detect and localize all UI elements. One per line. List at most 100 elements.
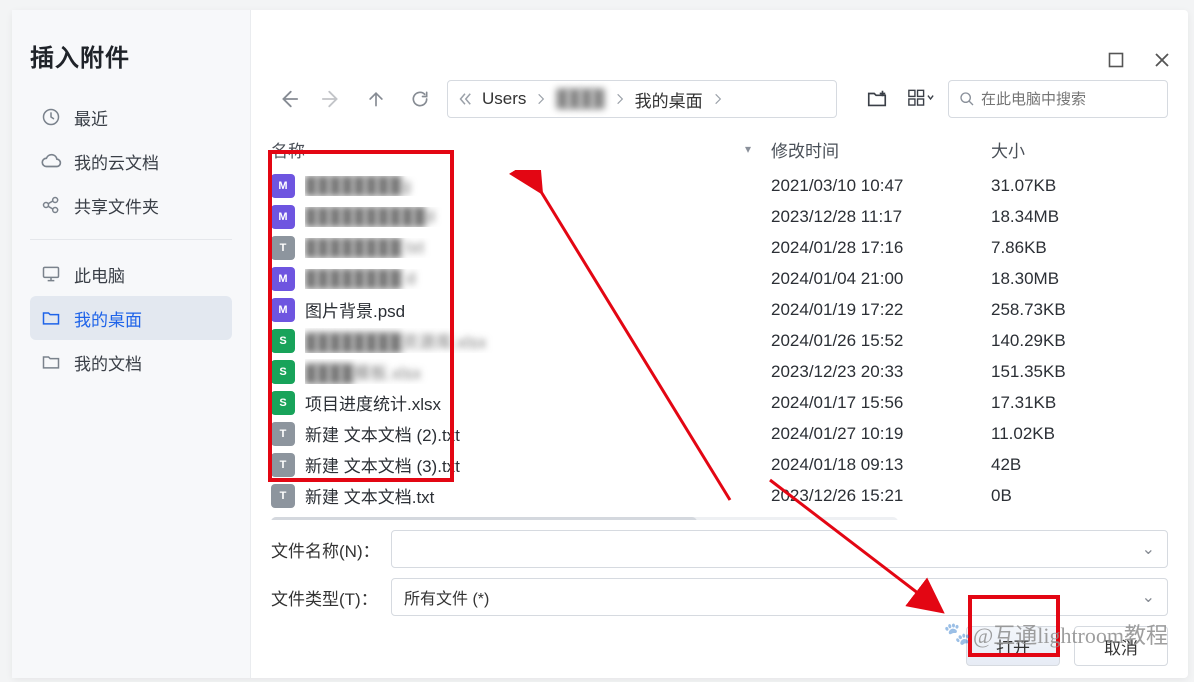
up-button[interactable] xyxy=(359,82,393,116)
new-folder-button[interactable] xyxy=(860,82,894,116)
breadcrumb-user[interactable]: ████ xyxy=(548,89,612,109)
clock-icon xyxy=(40,106,62,128)
file-modified-time: 2024/01/28 17:16 xyxy=(771,238,991,258)
sidebar-item-label: 我的文档 xyxy=(74,350,142,375)
file-size: 0B xyxy=(991,486,1168,506)
file-row[interactable]: T 新建 文本文档.txt2023/12/26 15:210B xyxy=(271,480,1168,511)
breadcrumb[interactable]: Users ████ 我的桌面 xyxy=(447,80,837,118)
sidebar-item-label: 最近 xyxy=(74,105,108,130)
file-name: 新建 文本文档 (3).txt xyxy=(305,452,771,477)
col-size-header[interactable]: 大小 xyxy=(991,137,1168,162)
refresh-button[interactable] xyxy=(403,82,437,116)
file-modified-time: 2024/01/04 21:00 xyxy=(771,269,991,289)
sort-indicator-icon: ▾ xyxy=(745,142,751,156)
file-row[interactable]: T新建 文本文档 (2).txt2024/01/27 10:1911.02KB xyxy=(271,418,1168,449)
file-size: 11.02KB xyxy=(991,424,1168,444)
breadcrumb-users[interactable]: Users xyxy=(474,89,534,109)
file-size: 151.35KB xyxy=(991,362,1168,382)
search-input[interactable] xyxy=(981,91,1157,108)
sidebar-item-label: 共享文件夹 xyxy=(74,193,159,218)
forward-button[interactable] xyxy=(315,82,349,116)
file-type-icon: T xyxy=(271,484,295,508)
file-row[interactable]: T新建 文本文档 (3).txt2024/01/18 09:1342B xyxy=(271,449,1168,480)
sidebar-item-2[interactable]: 共享文件夹 xyxy=(30,183,232,227)
filetype-label: 文件类型(T)： xyxy=(271,585,391,610)
file-size: 18.30MB xyxy=(991,269,1168,289)
file-size: 140.29KB xyxy=(991,331,1168,351)
file-modified-time: 2024/01/19 17:22 xyxy=(771,300,991,320)
file-type-icon: S xyxy=(271,329,295,353)
file-modified-time: 2023/12/26 15:21 xyxy=(771,486,991,506)
sidebar-item-0[interactable]: 最近 xyxy=(30,95,232,139)
file-name: ████████ txt xyxy=(305,238,771,258)
file-name: 项目进度统计.xlsx xyxy=(305,390,771,415)
maximize-button[interactable] xyxy=(1102,46,1130,74)
file-type-icon: M xyxy=(271,205,295,229)
col-time-header[interactable]: 修改时间 xyxy=(771,137,991,162)
file-size: 31.07KB xyxy=(991,176,1168,196)
file-row[interactable]: S████████资源库.xlsx2024/01/26 15:52140.29K… xyxy=(271,325,1168,356)
file-type-icon: S xyxy=(271,391,295,415)
file-row[interactable]: M██████████d2023/12/28 11:1718.34MB xyxy=(271,201,1168,232)
file-modified-time: 2024/01/18 09:13 xyxy=(771,455,991,475)
chevron-left-double-icon xyxy=(456,90,474,108)
sidebar-item-4[interactable]: 我的桌面 xyxy=(30,296,232,340)
share-icon xyxy=(40,194,62,216)
toolbar: Users ████ 我的桌面 xyxy=(251,10,1188,132)
sidebar-item-1[interactable]: 我的云文档 xyxy=(30,139,232,183)
back-button[interactable] xyxy=(271,82,305,116)
sidebar-item-3[interactable]: 此电脑 xyxy=(30,252,232,296)
file-row[interactable]: S 项目进度统计.xlsx2024/01/17 15:5617.31KB xyxy=(271,387,1168,418)
file-size: 18.34MB xyxy=(991,207,1168,227)
dialog-title: 插入附件 xyxy=(12,24,250,95)
file-type-icon: M xyxy=(271,298,295,322)
search-box[interactable] xyxy=(948,80,1168,118)
file-type-icon: S xyxy=(271,360,295,384)
sidebar-item-label: 我的云文档 xyxy=(74,149,159,174)
horizontal-scrollbar[interactable] xyxy=(271,517,898,520)
chevron-right-icon xyxy=(534,92,548,106)
file-row[interactable]: M 图片背景.psd2024/01/19 17:22258.73KB xyxy=(271,294,1168,325)
file-name: ████████g xyxy=(305,176,771,196)
file-row[interactable]: S████模板.xlsx2023/12/23 20:33151.35KB xyxy=(271,356,1168,387)
filename-input[interactable]: ⌄ xyxy=(391,530,1168,568)
cancel-button[interactable]: 取消 xyxy=(1074,626,1168,666)
chevron-down-icon: ⌄ xyxy=(1142,587,1155,607)
file-modified-time: 2024/01/27 10:19 xyxy=(771,424,991,444)
sidebar-item-label: 此电脑 xyxy=(74,262,125,287)
open-button[interactable]: 打开 xyxy=(966,626,1060,666)
file-name: 新建 文本文档.txt xyxy=(305,483,771,508)
file-type-icon: T xyxy=(271,453,295,477)
file-modified-time: 2024/01/17 15:56 xyxy=(771,393,991,413)
cloud-icon xyxy=(40,150,62,172)
column-headers: 名称 ▾ 修改时间 大小 xyxy=(271,132,1168,166)
sidebar-item-label: 我的桌面 xyxy=(74,306,142,331)
main-panel: Users ████ 我的桌面 xyxy=(251,10,1188,678)
close-button[interactable] xyxy=(1148,46,1176,74)
search-icon xyxy=(959,91,975,107)
file-size: 7.86KB xyxy=(991,238,1168,258)
filename-label: 文件名称(N)： xyxy=(271,537,391,562)
file-name: 图片背景.psd xyxy=(305,297,771,322)
file-row[interactable]: M ████████ d2024/01/04 21:0018.30MB xyxy=(271,263,1168,294)
file-name: 新建 文本文档 (2).txt xyxy=(305,421,771,446)
file-type-icon: T xyxy=(271,236,295,260)
file-row[interactable]: M████████g2021/03/10 10:4731.07KB xyxy=(271,170,1168,201)
sidebar-item-5[interactable]: 我的文档 xyxy=(30,340,232,384)
file-modified-time: 2021/03/10 10:47 xyxy=(771,176,991,196)
file-size: 17.31KB xyxy=(991,393,1168,413)
view-mode-button[interactable] xyxy=(904,82,938,116)
chevron-right-icon xyxy=(711,92,725,106)
sidebar: 插入附件 最近我的云文档共享文件夹 此电脑我的桌面我的文档 xyxy=(12,10,251,678)
file-modified-time: 2023/12/28 11:17 xyxy=(771,207,991,227)
file-size: 258.73KB xyxy=(991,300,1168,320)
folder-icon xyxy=(40,351,62,373)
file-type-icon: M xyxy=(271,267,295,291)
col-name-header[interactable]: 名称 ▾ xyxy=(271,137,771,162)
breadcrumb-desktop[interactable]: 我的桌面 xyxy=(627,87,711,112)
file-modified-time: 2024/01/26 15:52 xyxy=(771,331,991,351)
file-name: ████████ d xyxy=(305,269,771,289)
chevron-down-icon: ⌄ xyxy=(1142,539,1155,559)
file-row[interactable]: T ████████ txt2024/01/28 17:167.86KB xyxy=(271,232,1168,263)
filetype-select[interactable]: 所有文件 (*) ⌄ xyxy=(391,578,1168,616)
